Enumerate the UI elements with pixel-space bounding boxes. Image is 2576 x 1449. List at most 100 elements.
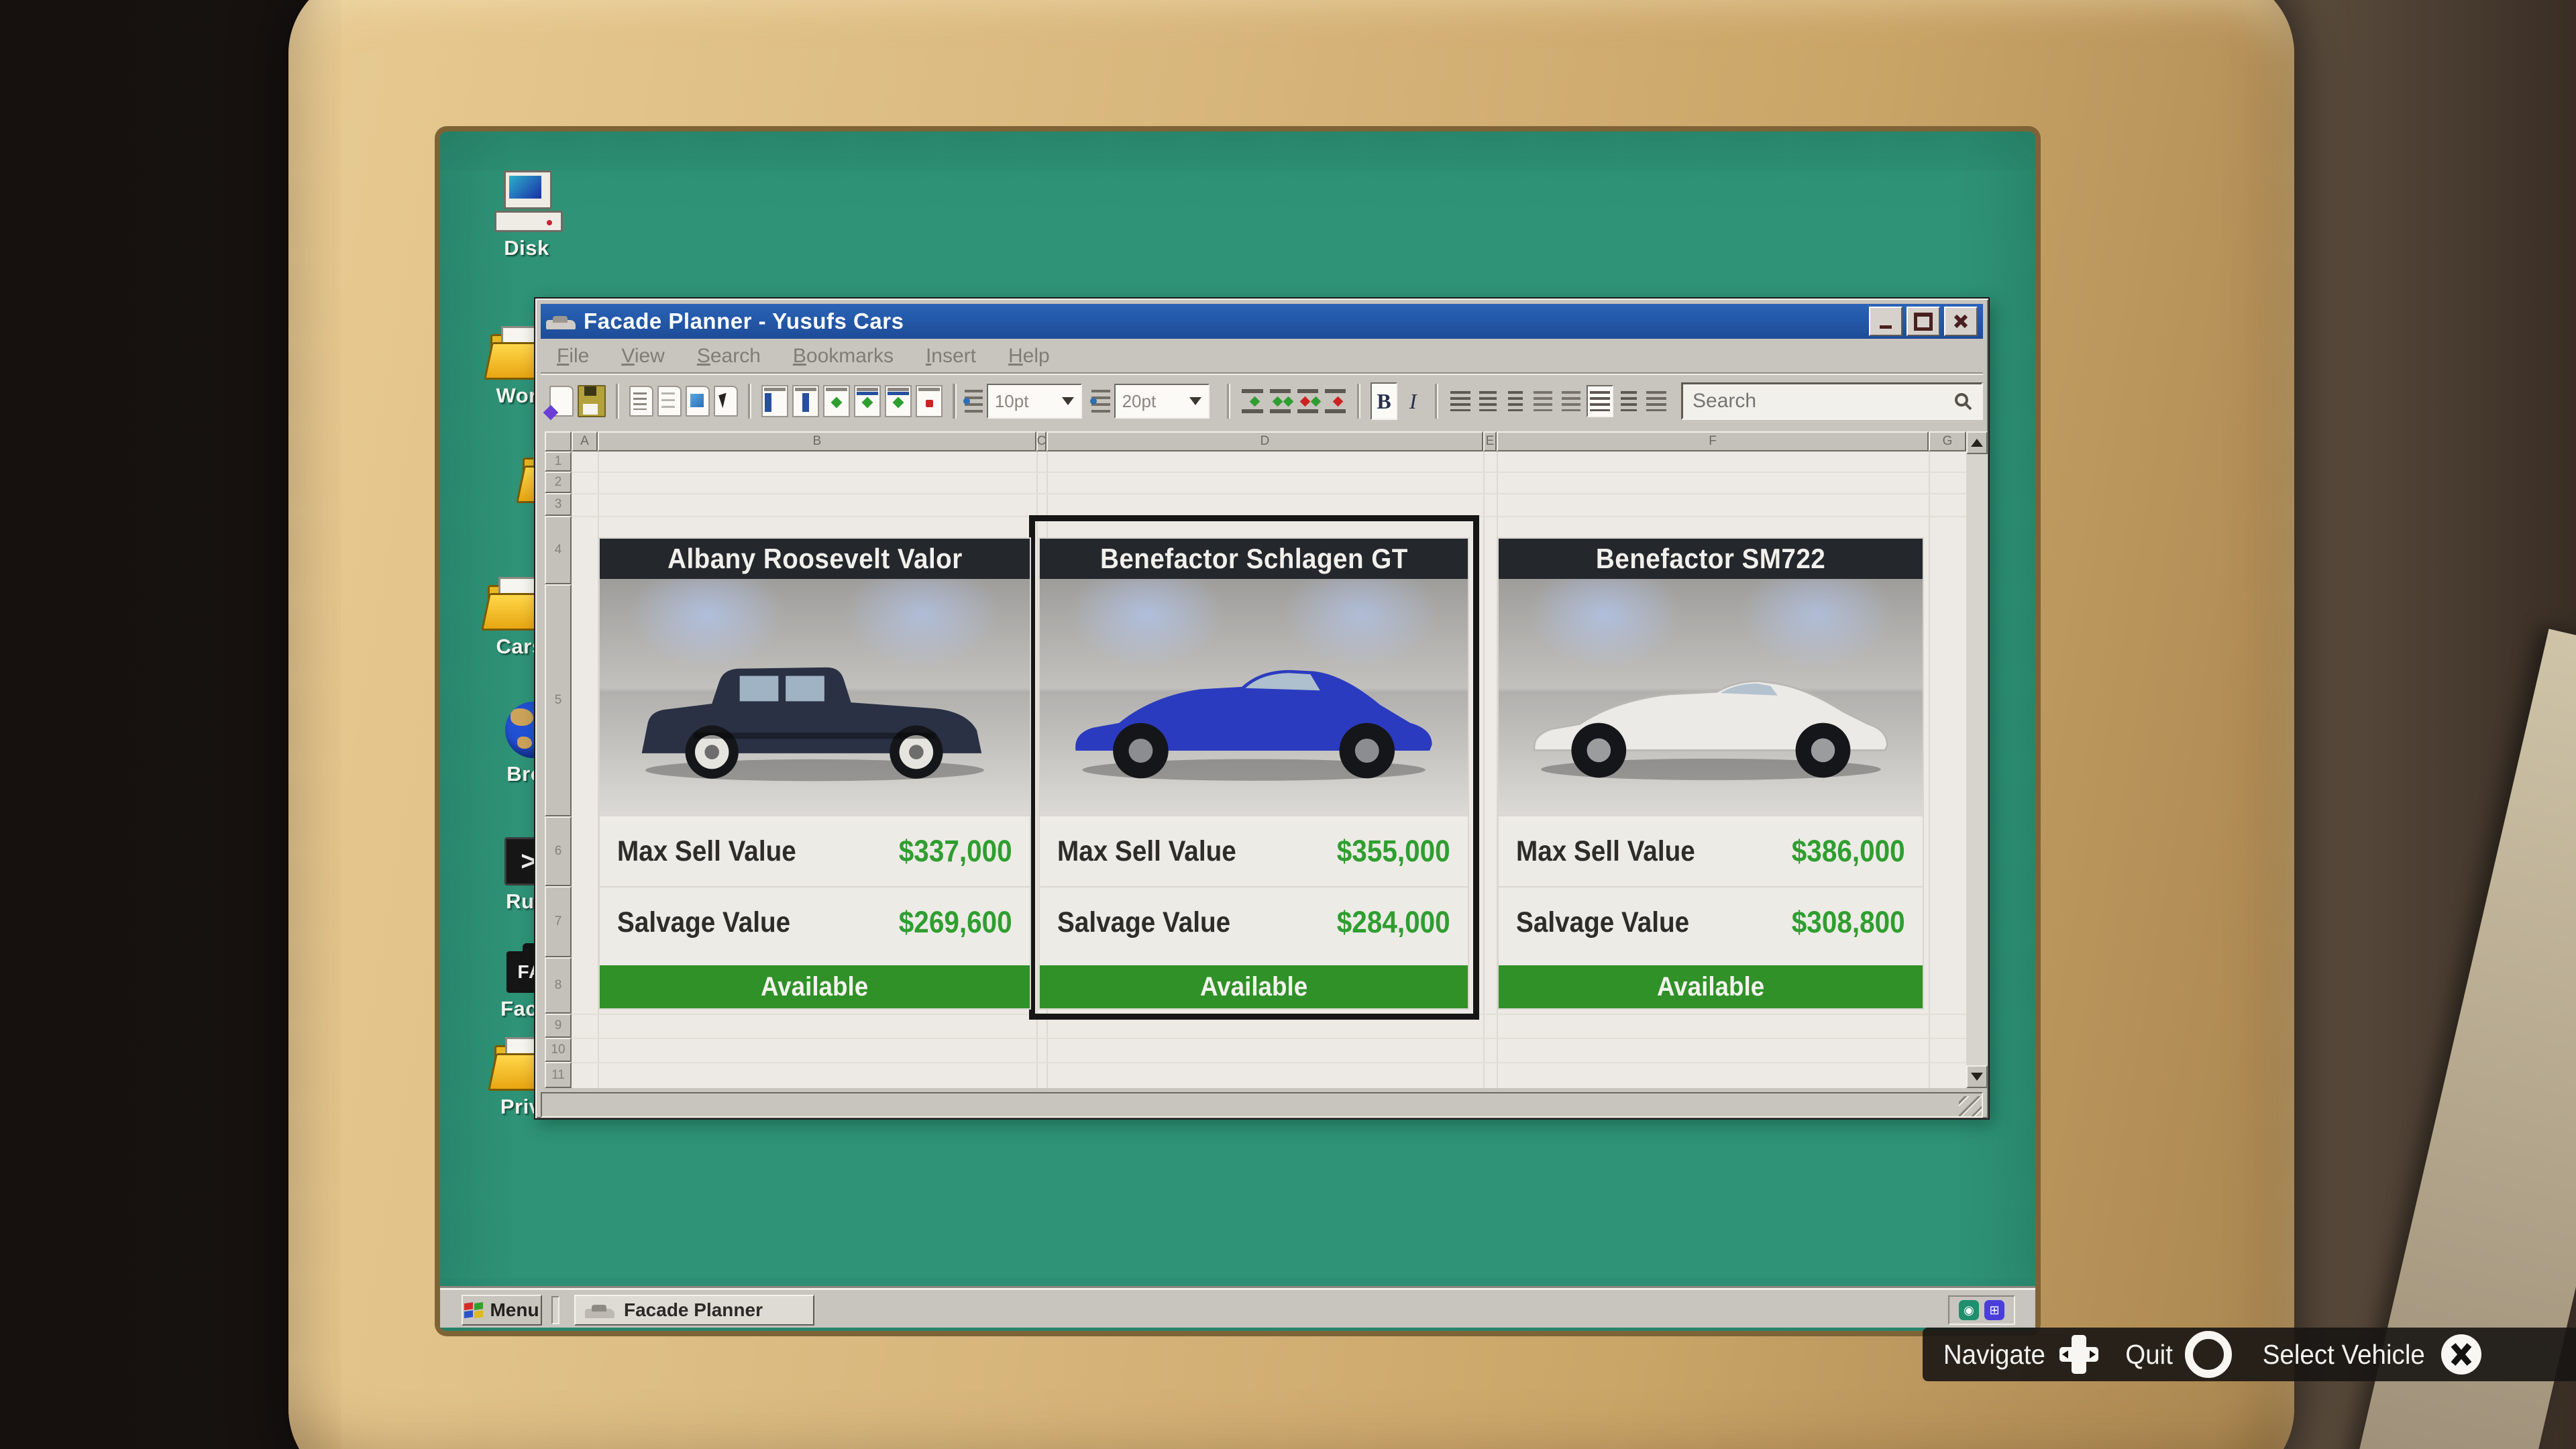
column-header-a[interactable]: A [572,431,598,451]
align-justify-button[interactable] [1587,385,1613,417]
system-tray: ◉ ⊞ [1948,1295,2015,1325]
font-size-dropdown-2[interactable]: 20pt [1114,384,1210,419]
outdent-button[interactable] [1532,386,1555,416]
search-input[interactable] [1691,389,1953,413]
salvage-value: $269,600 [899,905,1012,940]
row-header[interactable]: 2 [545,472,572,493]
availability-badge[interactable]: Available [1040,965,1468,1008]
max-sell-label: Max Sell Value [617,835,796,868]
hint-quit: Quit [2124,1331,2232,1378]
vehicle-name: Albany Roosevelt Valor [600,539,1030,579]
row-header[interactable]: 6 [545,816,572,886]
menu-bookmarks[interactable]: Bookmarks [777,345,910,368]
row-header[interactable]: 1 [545,451,572,472]
insert-image-button[interactable] [686,383,710,419]
layout-left-button[interactable] [761,383,788,419]
roadster-car-illustration [1520,616,1902,806]
bold-button[interactable]: B [1371,382,1397,420]
new-document-button[interactable] [549,383,574,419]
dpad-icon [2059,1335,2098,1374]
column-header-b[interactable]: B [598,431,1036,451]
list-button[interactable] [1448,386,1472,416]
layout-center-button[interactable] [792,383,819,419]
window-car-icon [546,313,576,329]
start-menu-button[interactable]: Menu [462,1295,542,1326]
close-button[interactable] [1944,307,1978,336]
salvage-label: Salvage Value [1516,906,1689,939]
table-button[interactable] [1645,386,1668,416]
select-tool-button[interactable] [714,383,738,419]
toolbar-separator [1227,384,1230,419]
max-sell-row: Max Sell Value $355,000 [1040,815,1468,886]
row-header[interactable]: 11 [545,1062,572,1088]
desktop-icon-disk[interactable]: Disk [470,168,584,260]
scroll-up-button[interactable] [1966,431,1988,454]
save-button[interactable] [578,383,606,419]
menu-view[interactable]: View [605,345,680,368]
border-remove-button[interactable] [1324,388,1347,415]
gridline [1483,451,1485,1088]
doc-draft-button[interactable] [657,383,682,419]
marker-green3-button[interactable] [885,383,912,419]
vehicle-card-roosevelt-valor[interactable]: Albany Roosevelt Valor Max Sell Value $3 [600,539,1030,1008]
row-header[interactable]: 5 [545,584,572,816]
column-header-f[interactable]: F [1497,431,1929,451]
align-center-button[interactable] [1504,386,1527,416]
column-header-c[interactable]: C [1036,431,1046,451]
paragraph-spacing-icon [1091,390,1110,413]
border-top-bottom-button[interactable] [1240,388,1264,415]
menu-file[interactable]: File [541,345,605,368]
border-inner-button[interactable] [1269,388,1292,415]
vertical-scrollbar[interactable] [1966,431,1988,1088]
row-header[interactable]: 7 [545,886,572,957]
border-mixed-button[interactable] [1296,388,1320,415]
tray-apps-icon[interactable]: ⊞ [1984,1300,2004,1320]
row-header[interactable]: 9 [545,1014,572,1038]
taskbar-divider [551,1296,559,1324]
hint-select-vehicle: Select Vehicle [2257,1334,2481,1375]
marker-green-button[interactable] [823,383,850,419]
row-header[interactable]: 3 [545,493,572,516]
availability-badge[interactable]: Available [600,965,1030,1008]
italic-button[interactable]: I [1401,384,1425,419]
sheet-grid[interactable]: Albany Roosevelt Valor Max Sell Value $3 [572,451,1966,1088]
font-size-dropdown-1[interactable]: 10pt [987,384,1083,419]
column-header-g[interactable]: G [1929,431,1966,451]
status-bar [541,1092,1983,1118]
menu-search[interactable]: Search [681,345,777,368]
chevron-down-icon [1062,397,1074,405]
title-bar[interactable]: Facade Planner - Yusufs Cars [541,304,1983,339]
window-title: Facade Planner - Yusufs Cars [584,309,904,334]
gridline [572,1062,1966,1063]
scroll-down-button[interactable] [1966,1065,1988,1088]
doc-text-button[interactable] [629,383,653,419]
vehicle-card-schlagen-gt[interactable]: Benefactor Schlagen GT Max Sell Value $3… [1040,539,1468,1008]
salvage-label: Salvage Value [1057,906,1230,939]
cross-button-icon [2441,1334,2481,1375]
vehicle-card-sm722[interactable]: Benefactor SM722 Max Sell Value $386,000 [1499,539,1923,1008]
indent-button[interactable] [1559,386,1582,416]
column-header-e[interactable]: E [1483,431,1497,451]
minimize-button[interactable] [1869,307,1902,336]
align-left-button[interactable] [1476,386,1499,416]
font-size-value-1: 10pt [995,391,1029,412]
menu-insert[interactable]: Insert [910,345,992,368]
taskbar-task-facade-planner[interactable]: Facade Planner [574,1295,814,1326]
vehicle-image [1499,579,1923,815]
availability-badge[interactable]: Available [1499,965,1923,1008]
tray-network-icon[interactable]: ◉ [1959,1300,1979,1320]
row-header[interactable]: 4 [545,516,572,584]
line-style-button[interactable] [1617,386,1641,416]
row-header[interactable]: 8 [545,957,572,1014]
arrow-up-icon [1971,439,1983,447]
row-header[interactable]: 10 [545,1038,572,1062]
gridline [572,472,1966,473]
resize-grip[interactable] [1959,1096,1982,1116]
marker-green2-button[interactable] [854,383,881,419]
row-header-column: 1 2 3 4 5 6 7 8 9 10 11 [545,451,572,1088]
menu-help[interactable]: Help [992,345,1066,368]
maximize-button[interactable] [1907,307,1940,336]
marker-red-button[interactable] [916,383,943,419]
sheet-corner[interactable] [545,431,572,451]
column-header-d[interactable]: D [1046,431,1483,451]
